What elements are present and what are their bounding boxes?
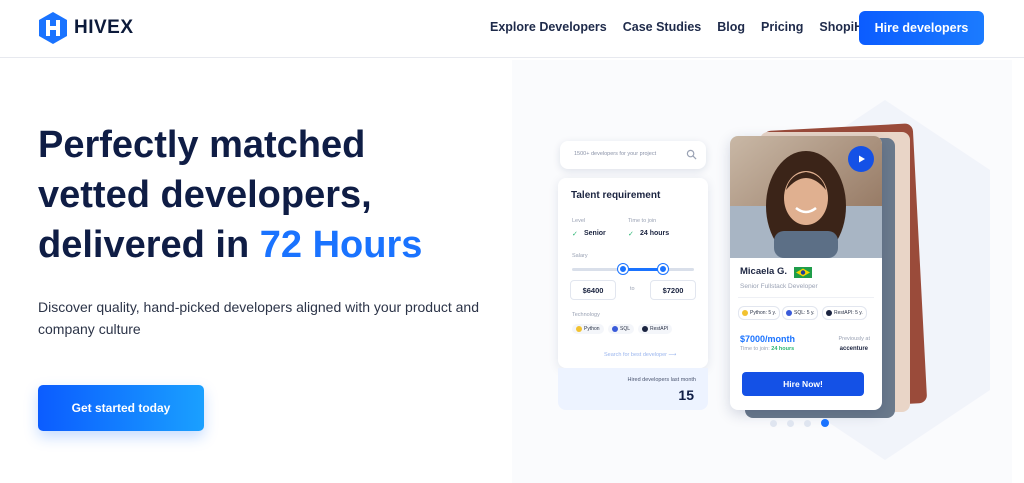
carousel-dots — [770, 419, 829, 427]
developer-title: Senior Fullstack Developer — [740, 283, 818, 290]
skill-python-label: Python: 5 y. — [750, 310, 777, 316]
developer-name: Micaela G. — [740, 266, 787, 277]
time-to-join-value: 24 hours — [640, 230, 670, 237]
time-to-join-label: Time to join — [628, 218, 657, 224]
tech-chip-python[interactable]: Python — [572, 324, 604, 334]
talent-card-title: Talent requirement — [571, 190, 661, 201]
hire-now-button[interactable]: Hire Now! — [742, 372, 864, 396]
tech-restapi-label: RestAPI — [650, 326, 669, 332]
profile-divider — [738, 297, 874, 298]
brazil-flag-icon — [794, 267, 812, 278]
python-icon — [742, 310, 748, 316]
hero-title-accent: 72 Hours — [259, 224, 423, 266]
salary-min-handle[interactable] — [618, 264, 628, 274]
search-icon — [686, 149, 697, 160]
hero-subtitle: Discover quality, hand-picked developers… — [38, 299, 479, 337]
developer-price: $7000/month — [740, 334, 796, 344]
salary-max-handle[interactable] — [658, 264, 668, 274]
sql-icon — [612, 326, 618, 332]
carousel-dot-4-active[interactable] — [821, 419, 829, 427]
python-icon — [576, 326, 582, 332]
play-video-button[interactable] — [848, 146, 874, 172]
salary-label: Salary — [572, 253, 588, 259]
developer-search-box[interactable]: 1500+ developers for your project — [560, 141, 706, 169]
hire-developers-button[interactable]: Hire developers — [859, 11, 984, 45]
skill-chip-sql: SQL: 5 y. — [782, 306, 819, 320]
logo-text: HIVEX — [74, 17, 134, 38]
search-placeholder: 1500+ developers for your project — [574, 151, 657, 157]
hired-label: Hired developers last month — [627, 377, 696, 383]
time-to-join: Time to join: 24 hours — [740, 346, 794, 352]
nav-pricing[interactable]: Pricing — [761, 20, 803, 34]
level-check-icon: ✓ — [572, 231, 578, 238]
salary-max-input[interactable]: $7200 — [650, 280, 696, 300]
restapi-icon — [826, 310, 832, 316]
previous-company-logo: accenture — [839, 346, 868, 352]
nav-case-studies[interactable]: Case Studies — [623, 20, 702, 34]
hired-stats-card: Hired developers last month 15 — [558, 368, 708, 410]
tech-sql-label: SQL — [620, 326, 631, 332]
site-header: HIVEX Explore Developers Case Studies Bl… — [0, 0, 1024, 58]
restapi-icon — [642, 326, 648, 332]
skill-chip-python: Python: 5 y. — [738, 306, 781, 320]
get-started-button[interactable]: Get started today — [38, 385, 204, 431]
join-value: 24 hours — [771, 346, 795, 352]
level-value: Senior — [584, 230, 606, 237]
skill-restapi-label: RestAPI: 5 y. — [834, 310, 863, 316]
hired-count: 15 — [678, 387, 694, 403]
tech-chip-sql[interactable]: SQL — [608, 324, 635, 334]
salary-to-label: to — [630, 286, 635, 292]
previously-at-label: Previously at — [838, 336, 871, 342]
carousel-dot-2[interactable] — [787, 419, 794, 427]
sql-icon — [786, 310, 792, 316]
talent-requirement-card: Talent requirement Level ✓ Senior Time t… — [558, 178, 708, 368]
play-icon — [859, 155, 865, 163]
logo[interactable]: HIVEX — [38, 11, 134, 45]
hero-title-line2: vetted developers, — [38, 174, 372, 216]
tech-python-label: Python — [584, 326, 600, 332]
hivex-logo-icon — [39, 12, 67, 44]
hero-title: Perfectly matched vetted developers, del… — [38, 120, 498, 270]
developer-photo — [730, 136, 882, 258]
carousel-dot-3[interactable] — [804, 419, 811, 427]
nav-explore-developers[interactable]: Explore Developers — [490, 20, 607, 34]
nav-blog[interactable]: Blog — [717, 20, 745, 34]
hero-title-line1: Perfectly matched — [38, 124, 366, 166]
main-nav: Explore Developers Case Studies Blog Pri… — [490, 20, 881, 34]
tech-chip-restapi[interactable]: RestAPI — [638, 324, 673, 334]
join-prefix: Time to join: — [740, 346, 772, 352]
salary-min-input[interactable]: $6400 — [570, 280, 616, 300]
carousel-dot-1[interactable] — [770, 419, 777, 427]
developer-profile-card: Micaela G. Senior Fullstack Developer Py… — [730, 136, 882, 410]
skill-chip-restapi: RestAPI: 5 y. — [822, 306, 867, 320]
hero-title-line3: delivered in — [38, 224, 260, 266]
search-best-developer-link[interactable]: Search for best developer ⟶ — [604, 352, 676, 358]
level-label: Level — [572, 218, 586, 224]
skill-sql-label: SQL: 5 y. — [794, 310, 815, 316]
technology-label: Technology — [572, 312, 600, 318]
time-check-icon: ✓ — [628, 231, 634, 238]
